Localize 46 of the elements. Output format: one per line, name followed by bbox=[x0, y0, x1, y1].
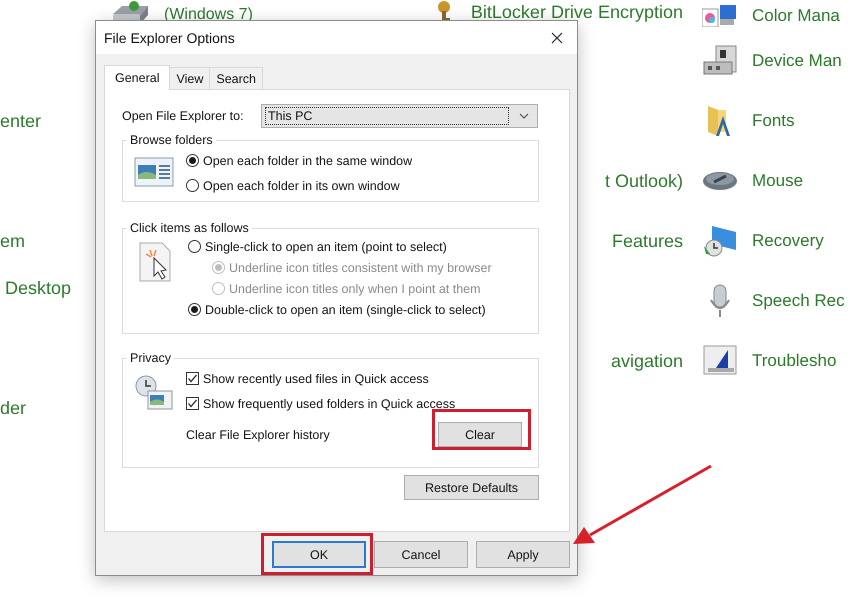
history-label: Clear File Explorer history bbox=[186, 428, 330, 442]
dialog-button[interactable]: Cancel bbox=[374, 541, 468, 568]
group-title: Click items as follows bbox=[129, 220, 250, 236]
control-panel-link[interactable]: Recovery bbox=[752, 229, 824, 253]
control-panel-link[interactable]: Color Mana bbox=[752, 4, 840, 28]
restore-defaults-button[interactable]: Restore Defaults bbox=[404, 475, 539, 500]
tab[interactable]: General bbox=[104, 65, 170, 90]
option-label: Underline icon titles consistent with my browser bbox=[229, 260, 492, 274]
option-label: Double-click to open an item (single-click to select) bbox=[205, 302, 486, 316]
checkbox[interactable] bbox=[186, 372, 199, 385]
field-label: Open File Explorer to: bbox=[122, 109, 245, 123]
control-panel-link[interactable]: Device Man bbox=[752, 49, 842, 73]
monitor-clock-icon bbox=[702, 224, 738, 258]
control-panel-link[interactable]: Troublesho bbox=[752, 349, 836, 373]
control-panel-link[interactable]: Speech Rec bbox=[752, 289, 845, 313]
chevron-icon bbox=[519, 113, 529, 119]
window-title: File Explorer Options bbox=[104, 30, 235, 46]
dialog-button[interactable]: Apply bbox=[476, 541, 570, 568]
option-label: Underline icon titles only when I point at them bbox=[229, 282, 481, 296]
control-panel-link[interactable]: BitLocker Drive Encryption bbox=[470, 0, 683, 24]
radio-button[interactable] bbox=[186, 154, 199, 167]
checkbox[interactable] bbox=[186, 397, 199, 410]
control-panel-link[interactable]: Mouse bbox=[752, 169, 804, 193]
control-panel-link[interactable]: Features bbox=[612, 229, 683, 253]
group-title: Privacy bbox=[129, 350, 172, 366]
radio-button[interactable] bbox=[186, 179, 199, 192]
window-picture-icon bbox=[134, 157, 174, 187]
clock-pictures-icon bbox=[134, 375, 174, 411]
color-monitor-icon bbox=[702, 4, 736, 26]
dialog-button[interactable]: OK bbox=[272, 541, 366, 568]
tab[interactable]: Search bbox=[209, 67, 263, 89]
option-label: Single-click to open an item (point to select) bbox=[205, 240, 447, 254]
group-title: Browse folders bbox=[129, 132, 214, 148]
radio-button[interactable] bbox=[188, 240, 201, 253]
checkbox-label: Show recently used files in Quick access bbox=[203, 372, 429, 386]
control-panel-link[interactable]: Fonts bbox=[752, 109, 795, 133]
option-label: Open each folder in the same window bbox=[203, 154, 412, 168]
clear-button[interactable]: Clear bbox=[438, 422, 522, 447]
option-label: Open each folder in its own window bbox=[203, 178, 400, 192]
radio-button[interactable] bbox=[188, 303, 201, 316]
control-panel-link[interactable]: avigation bbox=[610, 349, 683, 373]
close-icon[interactable] bbox=[551, 32, 563, 44]
checkbox-label: Show frequently used folders in Quick access bbox=[203, 396, 456, 410]
control-panel-link[interactable]: t Outlook) bbox=[604, 169, 683, 193]
pointer-page-icon bbox=[138, 242, 172, 282]
dropdown[interactable]: This PC bbox=[261, 104, 538, 128]
